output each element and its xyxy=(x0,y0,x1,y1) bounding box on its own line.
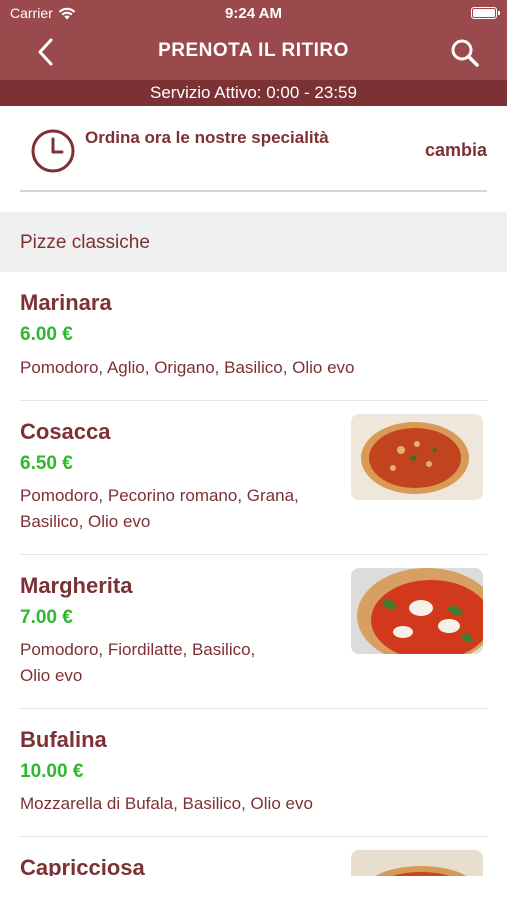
status-time: 9:24 AM xyxy=(225,5,282,22)
item-name: Margherita xyxy=(20,573,133,598)
clock-icon xyxy=(31,129,75,173)
menu-item-cosacca[interactable]: Cosacca 6.50 € Pomodoro, Pecorino romano… xyxy=(20,401,487,555)
menu-item-marinara[interactable]: Marinara 6.00 € Pomodoro, Aglio, Origano… xyxy=(20,272,487,401)
category-header: Pizze classiche xyxy=(0,212,507,272)
order-time-row: Ordina ora le nostre specialità cambia xyxy=(20,106,487,192)
menu-item-margherita[interactable]: Margherita 7.00 € Pomodoro, Fiordilatte,… xyxy=(20,555,487,709)
bottom-safe-area xyxy=(0,876,507,900)
item-name: Marinara xyxy=(20,290,112,315)
order-message: Ordina ora le nostre specialità xyxy=(85,128,329,147)
pizza-photo xyxy=(351,414,483,500)
item-description: Mozzarella di Bufala, Basilico, Olio evo xyxy=(20,794,313,813)
item-price: 6.00 € xyxy=(20,324,73,345)
change-time-link[interactable]: cambia xyxy=(425,140,487,161)
item-price: 7.00 € xyxy=(20,607,73,628)
pizza-photo xyxy=(351,568,483,654)
item-price: 10.00 € xyxy=(20,761,84,782)
service-hours-bar: Servizio Attivo: 0:00 - 23:59 xyxy=(0,80,507,106)
item-name: Cosacca xyxy=(20,419,111,444)
status-bar: Carrier 9:24 AM xyxy=(0,0,507,28)
category-label: Pizze classiche xyxy=(20,232,150,253)
item-description-line-1: Pomodoro, Pecorino romano, Grana, xyxy=(20,486,299,505)
search-icon xyxy=(451,39,479,67)
page-title: PRENOTA IL RITIRO xyxy=(158,40,349,61)
battery-icon xyxy=(471,7,500,19)
item-description-line-2: Olio evo xyxy=(20,666,83,685)
item-description-line-2: Basilico, Olio evo xyxy=(20,512,151,531)
item-description-line-1: Pomodoro, Fiordilatte, Basilico, xyxy=(20,640,256,659)
item-description: Pomodoro, Aglio, Origano, Basilico, Olio… xyxy=(20,358,355,377)
search-button[interactable] xyxy=(449,37,481,69)
item-price: 6.50 € xyxy=(20,453,73,474)
item-name: Bufalina xyxy=(20,727,107,752)
app-header: Carrier 9:24 AM PRENOTA IL RITIRO xyxy=(0,0,507,80)
menu-item-bufalina[interactable]: Bufalina 10.00 € Mozzarella di Bufala, B… xyxy=(20,709,487,837)
